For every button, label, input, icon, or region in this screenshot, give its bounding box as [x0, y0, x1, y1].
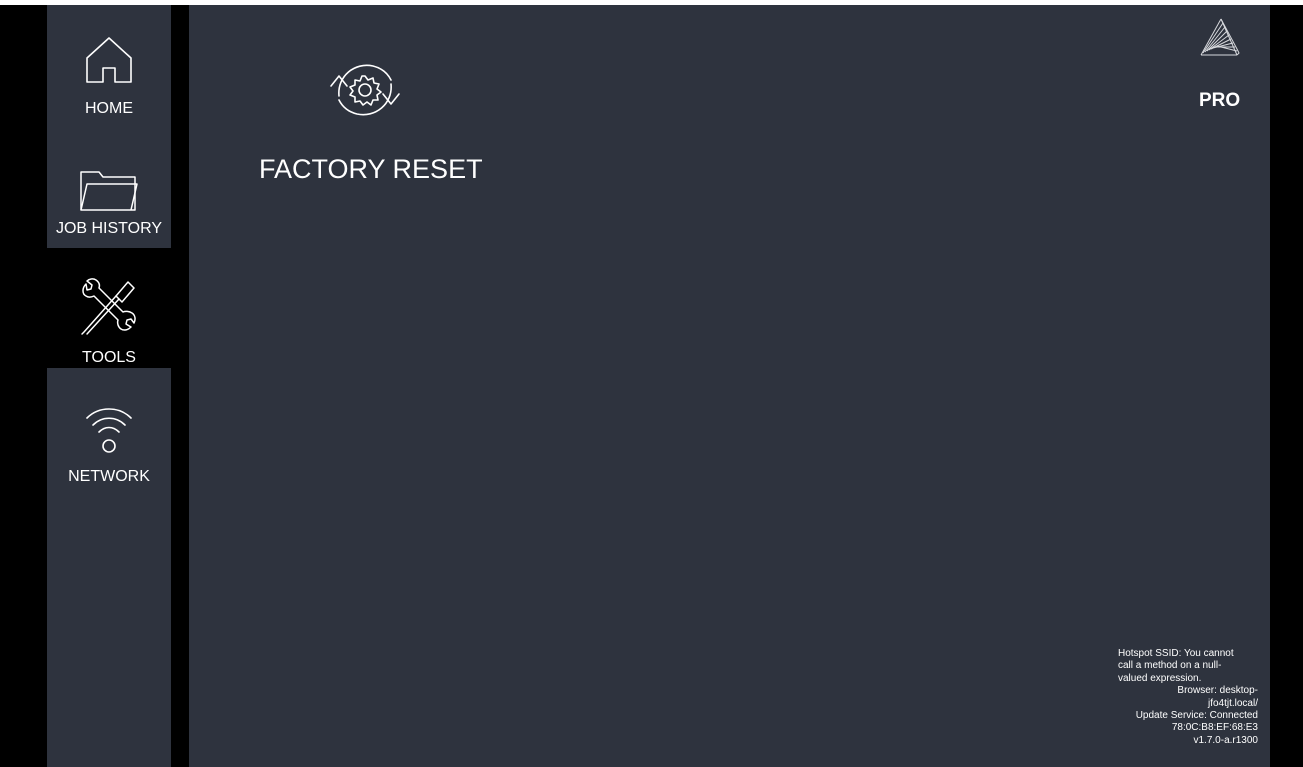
main-panel: FACTORY RESET PRO Hotspot SSID: You cann… — [189, 5, 1270, 767]
app-screen: HOME JOB HISTORY TOOLS NETWORK FACTORY R… — [0, 0, 1303, 767]
right-border — [1270, 5, 1303, 767]
browser-text: Browser: desktop- — [1177, 685, 1258, 697]
brand-logo-icon — [1197, 15, 1243, 61]
update-service-text: Update Service: Connected — [1135, 710, 1258, 722]
sidebar-item-network[interactable]: NETWORK — [47, 368, 171, 488]
browser-text: jfo4tjt.local/ — [1207, 697, 1258, 709]
version-text: v1.7.0-a.r1300 — [1193, 734, 1259, 746]
sidebar-item-tools[interactable]: TOOLS — [47, 248, 171, 368]
sidebar-item-label: JOB HISTORY — [55, 220, 163, 237]
home-icon — [47, 32, 171, 94]
hotspot-ssid-text: Hotspot SSID: You cannot — [1118, 648, 1234, 659]
brand-pro-label: PRO — [1199, 90, 1241, 111]
status-info: Hotspot SSID: You cannot call a method o… — [1118, 648, 1258, 747]
sidebar-item-label: NETWORK — [68, 468, 150, 485]
tool-label: FACTORY RESET — [259, 154, 483, 184]
tool-factory-reset[interactable]: FACTORY RESET — [251, 50, 491, 195]
factory-reset-icon — [319, 54, 411, 126]
sidebar-item-label: TOOLS — [82, 349, 136, 366]
wifi-icon — [47, 402, 171, 464]
sidebar-scrollbar[interactable] — [171, 13, 189, 759]
sidebar-item-label: HOME — [85, 100, 133, 117]
sidebar-nav: HOME JOB HISTORY TOOLS NETWORK — [47, 5, 171, 767]
hotspot-ssid-text: call a method on a null- — [1118, 660, 1222, 672]
sidebar-item-home[interactable]: HOME — [47, 10, 171, 130]
mac-address-text: 78:0C:B8:EF:68:E3 — [1171, 722, 1258, 734]
tools-icon — [47, 276, 171, 338]
sidebar-item-job-history[interactable]: JOB HISTORY — [47, 130, 171, 250]
hotspot-ssid-text: valued expression. — [1118, 672, 1202, 684]
